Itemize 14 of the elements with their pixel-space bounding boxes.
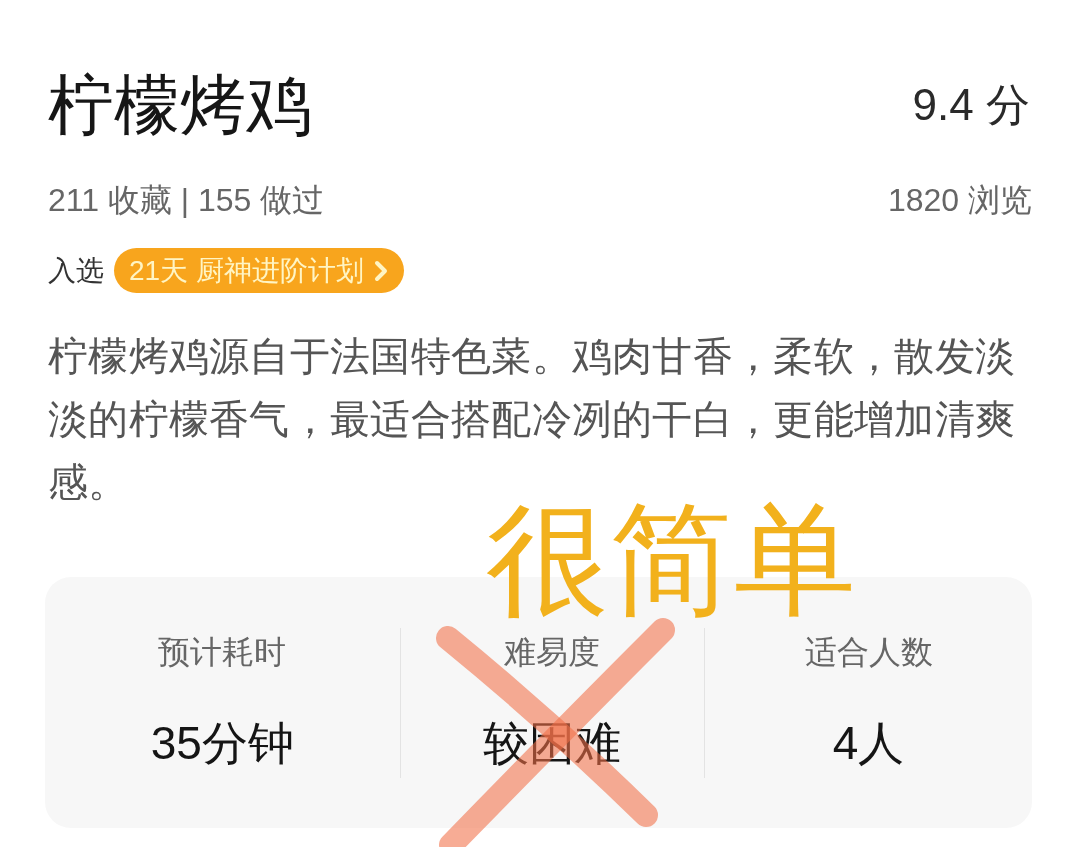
recipe-stats: 211 收藏 | 155 做过 — [48, 181, 325, 220]
info-value: 较困难 — [483, 716, 622, 771]
view-count: 1820 浏览 — [887, 181, 1032, 220]
recipe-title: 柠檬烤鸡 — [48, 67, 312, 144]
handwritten-note: 很简单 — [486, 494, 858, 626]
info-value: 35分钟 — [150, 716, 294, 771]
plan-link[interactable]: 21天 厨神进阶计划 — [114, 248, 404, 293]
chevron-right-icon — [373, 259, 388, 282]
info-value: 4人 — [832, 716, 905, 771]
info-label: 难易度 — [504, 633, 601, 672]
info-label: 预计耗时 — [158, 633, 287, 672]
rating-score: 9.4 分 — [912, 79, 1030, 131]
featured-label: 入选 — [48, 254, 104, 288]
info-label: 适合人数 — [804, 633, 933, 672]
